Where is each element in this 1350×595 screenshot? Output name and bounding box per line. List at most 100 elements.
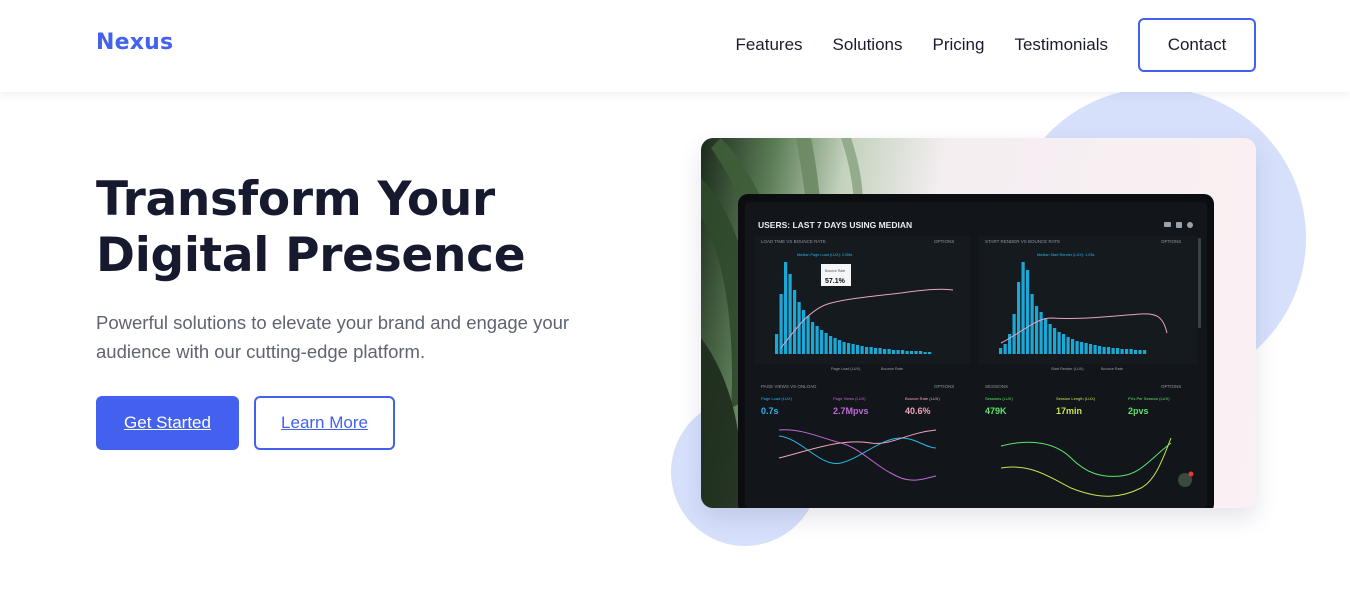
- histogram-bar: [1129, 349, 1133, 354]
- histogram-bar: [914, 351, 918, 354]
- screen-scrollbar: [1198, 238, 1201, 328]
- panel-options: OPTIONS: [1161, 239, 1181, 244]
- histogram-bar: [838, 340, 842, 354]
- hero-title-line-2: Digital Presence: [96, 228, 526, 283]
- histogram-bar: [887, 349, 891, 354]
- hero-subtitle: Powerful solutions to elevate your brand…: [96, 312, 570, 362]
- panel-title: LOAD TIME VS BOUNCE RATE: [761, 239, 826, 244]
- histogram-bar: [815, 326, 819, 354]
- histogram-bar: [919, 351, 923, 354]
- dashboard-header: USERS: LAST 7 DAYS USING MEDIAN: [758, 220, 912, 230]
- histogram-bar: [1098, 346, 1102, 354]
- histogram-bar: [901, 350, 905, 354]
- metric-value: 17min: [1056, 406, 1082, 416]
- histogram-bar: [1134, 350, 1138, 354]
- histogram-bar: [793, 290, 797, 354]
- histogram-bar: [811, 322, 815, 354]
- histogram-bar: [1003, 344, 1007, 354]
- histogram-bar: [1138, 350, 1142, 354]
- tooltip-value: 57.1%: [825, 278, 846, 285]
- histogram-bar: [788, 274, 792, 354]
- metric-label: Page Load (LUX): [761, 396, 793, 401]
- site-header: Nexus Features Solutions Pricing Testimo…: [0, 0, 1350, 92]
- histogram-bar: [842, 342, 846, 354]
- histogram-bar: [1071, 339, 1075, 354]
- histogram-bar: [1039, 312, 1043, 354]
- histogram-bar: [1080, 342, 1084, 354]
- histogram-bar: [874, 348, 878, 354]
- histogram-bar: [999, 348, 1003, 354]
- main-nav: Features Solutions Pricing Testimonials …: [735, 18, 1256, 72]
- histogram-bar: [847, 343, 851, 354]
- histogram-bar: [1125, 349, 1129, 354]
- histogram-bar: [856, 345, 860, 354]
- histogram-bar: [1093, 345, 1097, 354]
- panel-options: OPTIONS: [934, 239, 954, 244]
- median-label: Median Page Load (LUX): 2.0Ms: [797, 253, 852, 257]
- metric-value: 2.7Mpvs: [833, 406, 869, 416]
- histogram-bar: [1143, 350, 1147, 354]
- histogram-bar: [1048, 324, 1052, 354]
- nav-link-features[interactable]: Features: [735, 35, 802, 55]
- histogram-bar: [1084, 343, 1088, 354]
- histogram-bar: [1021, 262, 1025, 354]
- histogram-bar: [1116, 348, 1120, 354]
- get-started-button[interactable]: Get Started: [96, 396, 239, 450]
- histogram-bar: [1066, 337, 1070, 354]
- dashboard-illustration: USERS: LAST 7 DAYS USING MEDIAN LOAD TIM…: [701, 138, 1214, 508]
- metric-label: Page Views (LUX): [833, 396, 866, 401]
- histogram-bar: [1075, 341, 1079, 354]
- legend-start-render: Start Render (LUX): [1051, 367, 1084, 371]
- nav-link-testimonials[interactable]: Testimonials: [1014, 35, 1108, 55]
- histogram-bar: [1057, 332, 1061, 354]
- panel-options: OPTIONS: [934, 384, 954, 389]
- histogram-bar: [824, 333, 828, 354]
- panel-title: SESSIONS: [985, 384, 1008, 389]
- histogram-bar: [1089, 344, 1093, 354]
- histogram-bar: [829, 336, 833, 354]
- tooltip-label: Bounce Rate: [825, 269, 845, 273]
- legend-bounce-rate: Bounce Rate: [881, 367, 903, 371]
- brand-logo[interactable]: Nexus: [96, 30, 173, 55]
- histogram-bar: [851, 344, 855, 354]
- histogram-bar: [869, 347, 873, 354]
- histogram-bar: [1107, 347, 1111, 354]
- metric-label: PVs Per Session (LUX): [1128, 396, 1170, 401]
- metric-label: Bounce Rate (LUX): [905, 396, 940, 401]
- histogram-bar: [892, 350, 896, 354]
- histogram-bar: [896, 350, 900, 354]
- hero-dashboard-image: USERS: LAST 7 DAYS USING MEDIAN LOAD TIM…: [701, 138, 1256, 508]
- panel-title: START RENDER VS BOUNCE RATE: [985, 239, 1060, 244]
- contact-button[interactable]: Contact: [1138, 18, 1256, 72]
- histogram-bar: [928, 352, 932, 354]
- histogram-bar: [779, 294, 783, 354]
- histogram-bar: [797, 302, 801, 354]
- histogram-bar: [1102, 347, 1106, 354]
- histogram-bar: [1044, 318, 1048, 354]
- histogram-bar: [1012, 314, 1016, 354]
- histogram-bar: [1120, 349, 1124, 354]
- metric-label: Session Length (LUX): [1056, 396, 1096, 401]
- histogram-bar: [775, 334, 779, 354]
- panel-start-render: START RENDER VS BOUNCE RATE OPTIONS Medi…: [979, 236, 1197, 371]
- histogram-bar: [806, 316, 810, 354]
- histogram-bar: [910, 351, 914, 354]
- nav-link-solutions[interactable]: Solutions: [833, 35, 903, 55]
- nav-link-pricing[interactable]: Pricing: [932, 35, 984, 55]
- histogram-bar: [1035, 306, 1039, 354]
- histogram-bar: [923, 352, 927, 354]
- metric-value: 40.6%: [905, 406, 931, 416]
- learn-more-button[interactable]: Learn More: [254, 396, 395, 450]
- hero-title-line-1: Transform Your: [96, 172, 495, 227]
- histogram-bar: [833, 338, 837, 354]
- histogram-bar: [865, 347, 869, 354]
- histogram-bar: [883, 349, 887, 354]
- histogram-bar: [802, 310, 806, 354]
- metric-value: 0.7s: [761, 406, 779, 416]
- legend-bounce-rate: Bounce Rate: [1101, 367, 1123, 371]
- metric-value: 2pvs: [1128, 406, 1149, 416]
- panel-load-time: LOAD TIME VS BOUNCE RATE OPTIONS Median …: [755, 236, 970, 371]
- notification-dot-icon: [1188, 471, 1194, 477]
- histogram-bar: [1026, 270, 1030, 354]
- histogram-bar: [1053, 328, 1057, 354]
